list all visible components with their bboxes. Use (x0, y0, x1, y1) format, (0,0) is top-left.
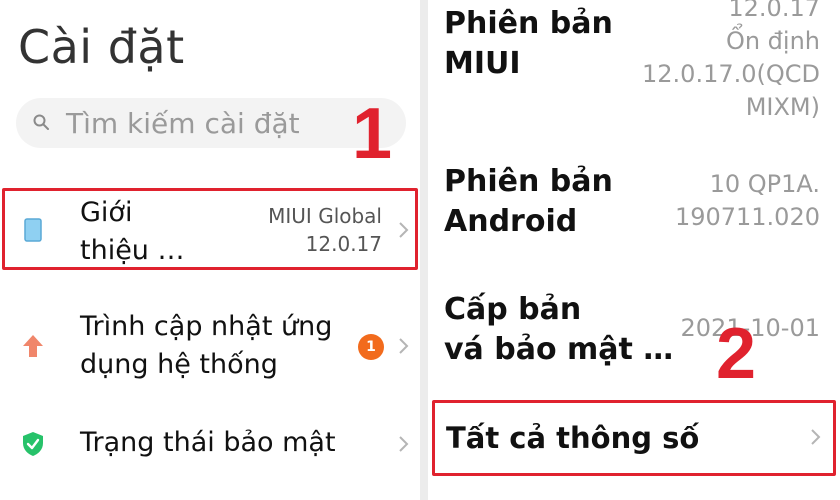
search-icon (33, 114, 49, 130)
info-value: 12.0.17 Ổn định 12.0.17.0(QCD MIXM) (642, 0, 820, 121)
info-label: Cấp bản vá bảo mật … (444, 292, 674, 367)
search-bar[interactable]: Tìm kiếm cài đặt (16, 98, 406, 148)
info-label: Phiên bản Android (444, 164, 613, 239)
info-row-miui-version[interactable]: Phiên bản MIUI 12.0.17 Ổn định 12.0.17.0… (428, 0, 840, 132)
info-value: 10 QP1A. 190711.020 (674, 170, 820, 231)
info-row-android-version[interactable]: Phiên bản Android 10 QP1A. 190711.020 (428, 158, 840, 248)
settings-item-security-status[interactable]: Trạng thái bảo mật (0, 420, 420, 470)
arrow-up-icon (23, 335, 43, 357)
info-row-security-patch[interactable]: Cấp bản vá bảo mật … 2021-10-01 (428, 286, 840, 376)
search-input[interactable]: Tìm kiếm cài đặt (66, 107, 300, 140)
settings-item-label: Trạng thái bảo mật (80, 427, 336, 458)
highlight-box-1 (2, 188, 418, 270)
update-count-badge: 1 (358, 334, 384, 360)
settings-item-label: Trình cập nhật ứng dụng hệ thống (80, 311, 333, 380)
highlight-box-2 (432, 400, 836, 476)
chevron-right-icon (399, 436, 409, 452)
step-number-1: 1 (352, 94, 393, 174)
settings-panel: Cài đặt Tìm kiếm cài đặt 1 Giới thiệu … … (0, 0, 420, 500)
about-phone-panel: Phiên bản MIUI 12.0.17 Ổn định 12.0.17.0… (428, 0, 840, 500)
info-label: Phiên bản MIUI (444, 6, 613, 81)
page-title: Cài đặt (18, 20, 185, 74)
settings-item-system-app-updater[interactable]: Trình cập nhật ứng dụng hệ thống 1 (0, 306, 420, 386)
shield-check-icon (23, 432, 43, 456)
panel-divider (420, 0, 428, 500)
step-number-2: 2 (716, 314, 757, 394)
chevron-right-icon (399, 338, 409, 354)
